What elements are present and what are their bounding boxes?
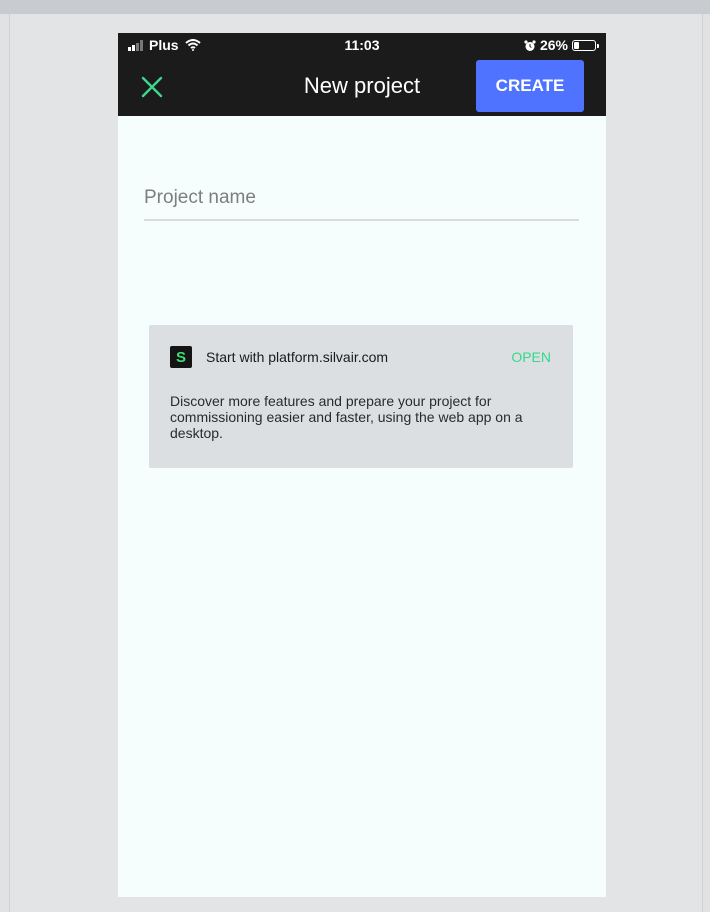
status-bar: Plus 11:03 26% (118, 33, 606, 57)
project-name-field (144, 183, 579, 221)
promo-card: S Start with platform.silvair.com OPEN D… (149, 325, 573, 468)
battery-fill (574, 41, 579, 49)
battery-icon (572, 39, 599, 51)
promo-description: Discover more features and prepare your … (170, 393, 523, 441)
open-link[interactable]: OPEN (511, 349, 551, 365)
battery-percent: 26% (539, 37, 568, 53)
alarm-clock-icon (524, 39, 536, 51)
phone-screen: Plus 11:03 26% New project CREATE Projec… (118, 33, 606, 897)
create-button[interactable]: CREATE (476, 60, 584, 112)
status-right: 26% (524, 37, 599, 53)
silvair-logo-icon: S (170, 346, 192, 368)
app-bar: New project CREATE (118, 57, 606, 116)
project-name-input[interactable] (144, 183, 579, 213)
window-top-band (0, 0, 710, 14)
promo-title: Start with platform.silvair.com (206, 349, 389, 365)
